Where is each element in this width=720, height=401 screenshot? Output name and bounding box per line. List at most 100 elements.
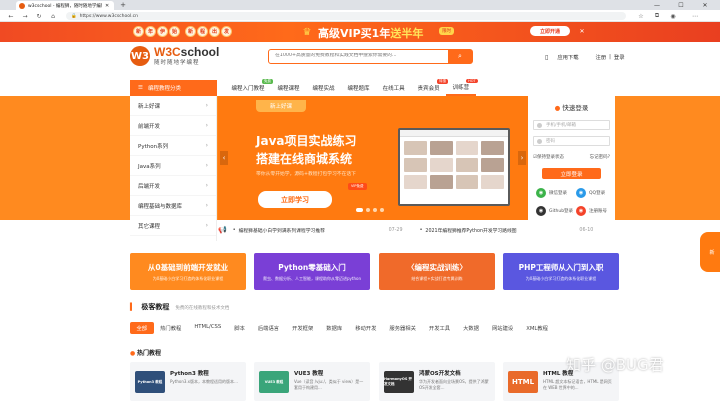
sidebar-item-frontend[interactable]: 前端开发 › [130, 116, 216, 136]
url-input[interactable]: 🔒 https://www.w3cschool.cn [66, 12, 626, 20]
search-button[interactable]: ⌕ [448, 50, 472, 63]
tab-html-css[interactable]: HTML/CSS [188, 322, 228, 334]
category-label: 编程教程分类 [147, 86, 181, 92]
register-link[interactable]: 注册 [596, 53, 607, 61]
tab-backend[interactable]: 后端语言 [251, 322, 285, 334]
tab-frameworks[interactable]: 开发框架 [286, 322, 320, 334]
social-label: Github登录 [549, 209, 574, 214]
close-window-icon[interactable]: ✕ [696, 0, 714, 10]
carousel-dot[interactable] [366, 208, 370, 212]
nav-label: 训练营 [452, 85, 470, 91]
course-card-php[interactable]: PHP工程师从入门到入职 为0基础小白学习打造的体系化职业课程 [503, 253, 619, 290]
search-input[interactable] [275, 53, 445, 58]
course-card-frontend[interactable]: 从0基础到前端开发就业 为0基础小白学习打造的体系化职业课程 [130, 253, 246, 290]
tutorial-card-vue3[interactable]: VUE3 教程 VUE3 教程 Vue（读音 /vjuː/，类似于 view）是… [254, 362, 370, 401]
sidebar-item-other[interactable]: 其它课程 › [130, 216, 216, 236]
register-account[interactable]: ◉ 注册账号 [576, 206, 607, 216]
course-subtitle: 爬虫、数据分析、人工智能，课程助你从零迈进python [263, 276, 361, 281]
tab-script[interactable]: 脚本 [228, 322, 252, 334]
sidebar-item-label: 编程基础与数据库 [138, 203, 183, 210]
promo-title-prefix: 高级VIP买1年 [318, 27, 391, 40]
tab-all[interactable]: 全部 [130, 322, 154, 334]
app-download-link[interactable]: 应用下载 [557, 53, 578, 61]
category-sidebar: 新上好课 › 前端开发 › Python系列 › Java系列 › 后端开发 › 编程基础… [130, 96, 217, 241]
login-options: ☑保持登录状态 忘记密码? [533, 154, 610, 160]
product-thumb [404, 158, 427, 172]
social-label: 微信登录 [549, 191, 567, 196]
carousel-dot[interactable] [373, 208, 377, 212]
back-icon[interactable]: ← [6, 11, 16, 21]
category-menu-button[interactable]: ☰ 编程教程分类 [130, 80, 217, 96]
sidebar-item-basics-db[interactable]: 编程基础与数据库 › [130, 196, 216, 216]
promo-open-button[interactable]: 立即开通 [530, 26, 570, 36]
section-title: 极客教程 [141, 303, 170, 311]
qq-login[interactable]: ◉ QQ登录 [576, 188, 605, 198]
news-link-2[interactable]: 2021年编程狮推荐Python开发学习路线图 [425, 227, 579, 234]
wechat-icon: ◉ [536, 188, 546, 198]
profile-icon[interactable]: ◉ [668, 11, 678, 21]
home-icon[interactable]: ⌂ [48, 11, 58, 21]
nav-item-tools[interactable]: 在线工具 [376, 80, 411, 96]
floating-promo-badge[interactable]: 新 [700, 232, 720, 272]
sidebar-item-backend[interactable]: 后端开发 › [130, 176, 216, 196]
maximize-icon[interactable]: ☐ [672, 0, 690, 10]
promo-bubble: 新 [133, 26, 144, 37]
tab-devtools[interactable]: 开发工具 [422, 322, 456, 334]
course-card-python[interactable]: Python零基础入门 爬虫、数据分析、人工智能，课程助你从零迈进python [254, 253, 370, 290]
tab-xml[interactable]: XML教程 [520, 322, 555, 334]
chevron-right-icon: › [205, 202, 208, 209]
hero-subtitle: 带你从零开始学，源码+教程打包学习不在话下 [256, 172, 356, 177]
login-button[interactable]: 立即登录 [542, 168, 601, 179]
section-subtitle: 免费的在线教程和技术文档 [175, 306, 230, 311]
tab-close-icon[interactable]: ✕ [105, 3, 109, 9]
carousel-next-icon[interactable]: › [518, 151, 526, 165]
tutorial-card-python3[interactable]: Python3 教程 Python3 教程 Python3.x版本，本教程适用的… [130, 362, 246, 401]
tab-database[interactable]: 数据库 [320, 322, 349, 334]
forward-icon[interactable]: → [20, 11, 30, 21]
sidebar-item-python[interactable]: Python系列 › [130, 136, 216, 156]
minimize-icon[interactable]: — [648, 0, 666, 10]
remember-checkbox[interactable]: ☑保持登录状态 [533, 154, 564, 160]
sidebar-item-new[interactable]: 新上好课 › [130, 96, 216, 116]
sidebar-item-java[interactable]: Java系列 › [130, 156, 216, 176]
username-field[interactable]: 手机/手机/邮箱 [533, 120, 610, 130]
carousel-prev-icon[interactable]: ‹ [220, 151, 228, 165]
tutorial-card-harmonyos[interactable]: HarmonyOS 开发文档 鸿蒙OS开发文档 华为开发者面向全场景OS，提供了… [379, 362, 495, 401]
login-link[interactable]: 登录 [614, 53, 625, 61]
browser-tab[interactable]: w3cschool - 编程狮，随时随地学编程 ✕ [16, 1, 114, 10]
nav-item-courses[interactable]: 编程课程 [271, 80, 306, 96]
promo-tag: 限时 [439, 27, 454, 35]
collections-icon[interactable]: ⧉ [652, 11, 662, 21]
hero-tag: 新上好课 [256, 100, 306, 112]
dot-icon: • [419, 227, 423, 233]
carousel-dot[interactable] [356, 208, 363, 212]
hero-learn-button[interactable]: 立即学习 [258, 191, 332, 208]
more-icon[interactable]: ⋯ [690, 11, 700, 21]
nav-item-camp[interactable]: 训练营 HOT [446, 79, 478, 96]
site-logo[interactable]: W3 W3Cschool 随时随地学编程 [130, 46, 219, 66]
wechat-login[interactable]: ◉ 微信登录 [536, 188, 567, 198]
github-login[interactable]: ◉ Github登录 [536, 206, 573, 216]
hero-carousel[interactable]: 新上好课 ‹ Java项目实战练习 搭建在线商城系统 带你从零开始学，源码+教程… [218, 96, 528, 220]
tab-bigdata[interactable]: 大数据 [457, 322, 486, 334]
tab-website[interactable]: 网站建设 [486, 322, 520, 334]
password-field[interactable]: 密码 [533, 136, 610, 146]
forgot-password-link[interactable]: 忘记密码? [590, 154, 610, 160]
favorites-icon[interactable]: ☆ [636, 11, 646, 21]
carousel-dot[interactable] [380, 208, 384, 212]
news-link-1[interactable]: 编程狮基础小白学到满系列课程学习推荐 [239, 227, 389, 234]
tab-mobile[interactable]: 移动开发 [349, 322, 383, 334]
course-card-practice[interactable]: 〈编程实战训练〉 结合课程+实战打造专属训练 [379, 253, 495, 290]
nav-item-vip[interactable]: 贵宾会员 特惠 [411, 79, 449, 96]
nav-item-intro[interactable]: 编程入门教程 免费 [225, 79, 274, 96]
product-thumb [455, 175, 479, 189]
username-placeholder: 手机/手机/邮箱 [546, 123, 577, 128]
nav-item-questions[interactable]: 编程题库 [341, 80, 376, 96]
tab-hot[interactable]: 热门教程 [154, 322, 188, 334]
reload-icon[interactable]: ↻ [34, 11, 44, 21]
nav-item-practice[interactable]: 编程实战 [306, 80, 341, 96]
new-tab-icon[interactable]: + [118, 0, 128, 10]
tab-server[interactable]: 服务器相关 [383, 322, 423, 334]
phone-icon: ▯ [545, 53, 549, 61]
promo-close-icon[interactable]: ✕ [578, 27, 586, 35]
